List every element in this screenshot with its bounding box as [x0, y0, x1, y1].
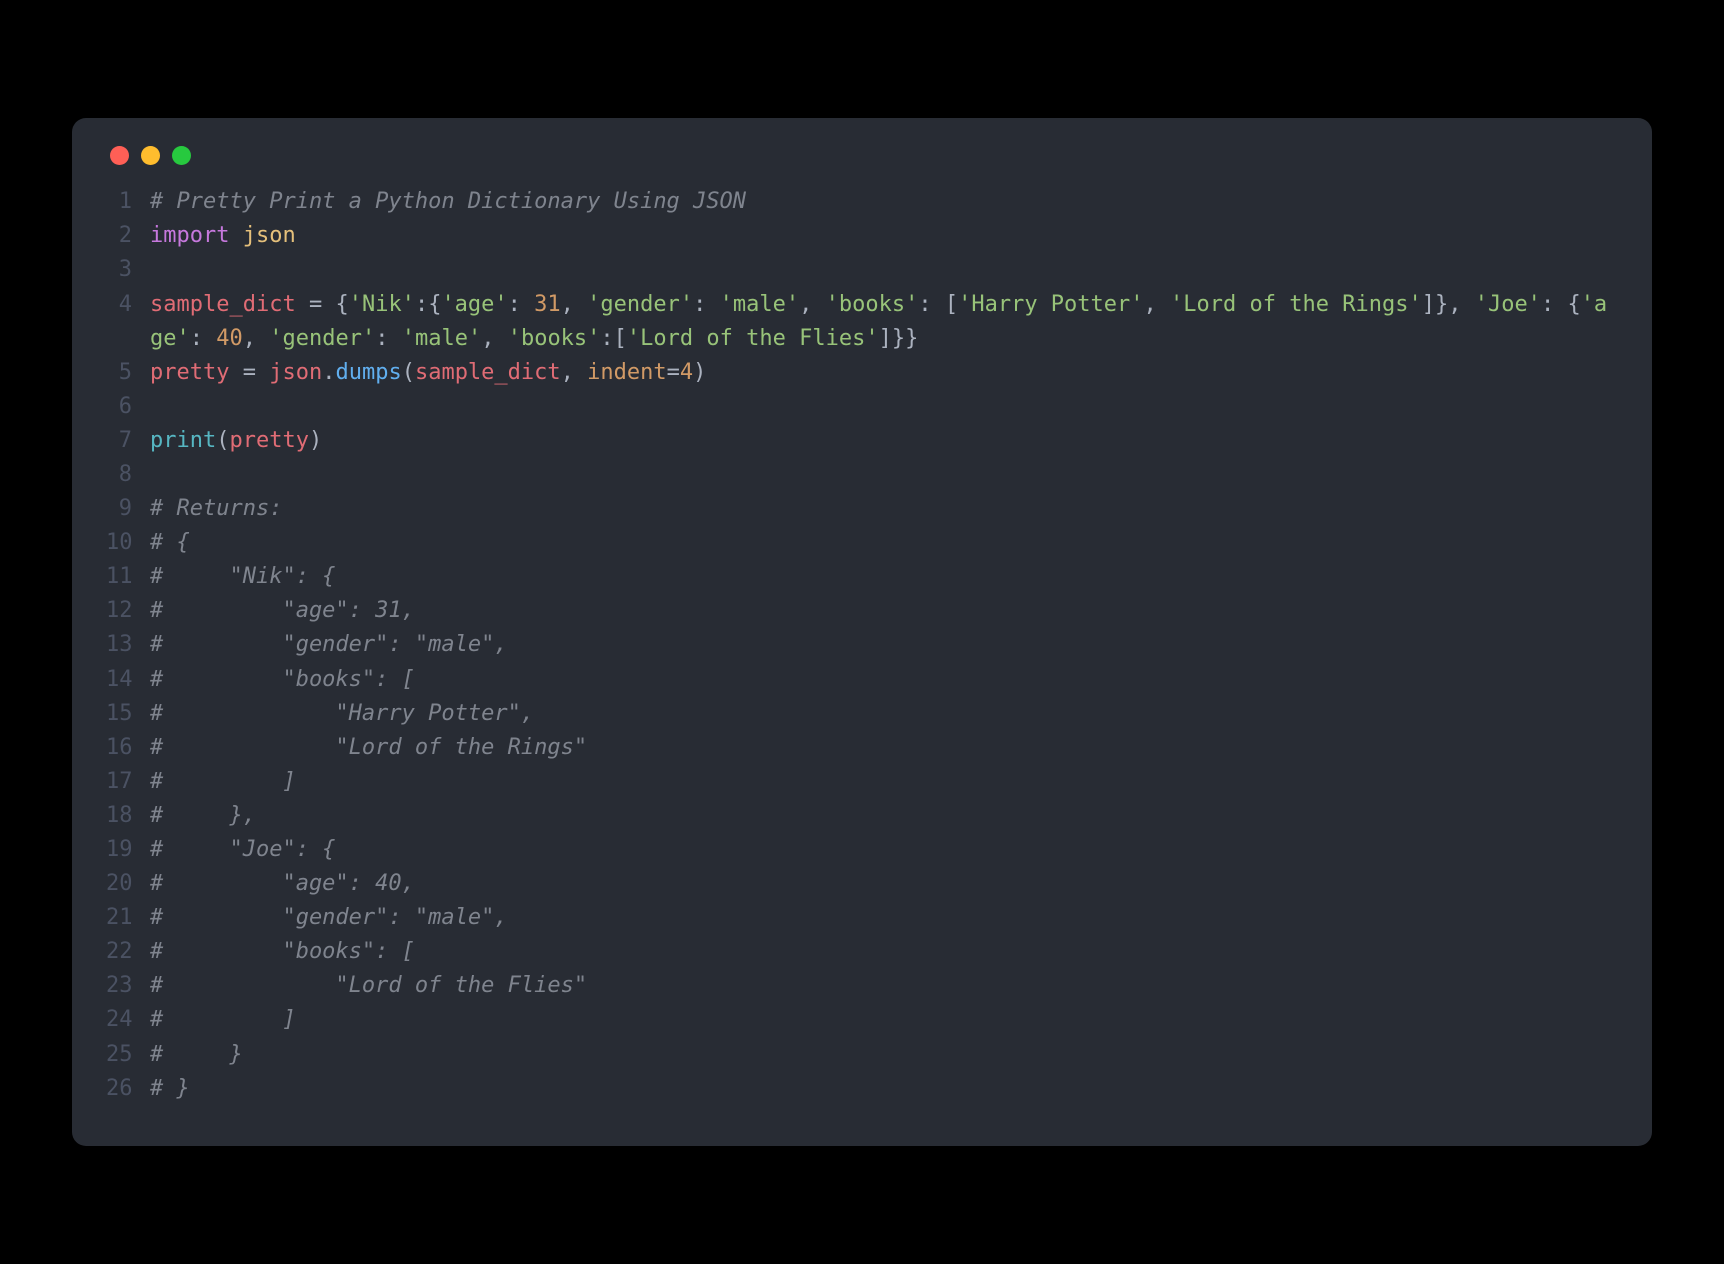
line-number: 16 [106, 731, 150, 765]
code-line: 15# "Harry Potter", [106, 697, 1618, 731]
code-line: 4sample_dict = {'Nik':{'age': 31, 'gende… [106, 288, 1618, 356]
line-number: 19 [106, 833, 150, 867]
code-content: # "books": [ [150, 935, 1618, 969]
close-icon[interactable] [110, 146, 129, 165]
code-line: 1# Pretty Print a Python Dictionary Usin… [106, 185, 1618, 219]
line-number: 5 [106, 356, 150, 390]
code-line: 7print(pretty) [106, 424, 1618, 458]
code-line: 25# } [106, 1038, 1618, 1072]
code-line: 23# "Lord of the Flies" [106, 969, 1618, 1003]
window-titlebar [106, 146, 1618, 165]
line-number: 13 [106, 628, 150, 662]
line-number: 2 [106, 219, 150, 253]
line-number: 15 [106, 697, 150, 731]
code-content: print(pretty) [150, 424, 1618, 458]
code-line: 8 [106, 458, 1618, 492]
code-line: 2import json [106, 219, 1618, 253]
line-number: 4 [106, 288, 150, 322]
code-content: # "Harry Potter", [150, 697, 1618, 731]
code-content: # "gender": "male", [150, 901, 1618, 935]
maximize-icon[interactable] [172, 146, 191, 165]
code-content: pretty = json.dumps(sample_dict, indent=… [150, 356, 1618, 390]
code-content: # "age": 31, [150, 594, 1618, 628]
code-line: 14# "books": [ [106, 663, 1618, 697]
line-number: 9 [106, 492, 150, 526]
code-line: 19# "Joe": { [106, 833, 1618, 867]
code-content: # "books": [ [150, 663, 1618, 697]
code-line: 22# "books": [ [106, 935, 1618, 969]
code-line: 20# "age": 40, [106, 867, 1618, 901]
line-number: 3 [106, 253, 150, 287]
code-line: 16# "Lord of the Rings" [106, 731, 1618, 765]
line-number: 25 [106, 1038, 150, 1072]
line-number: 20 [106, 867, 150, 901]
code-content: # } [150, 1038, 1618, 1072]
code-window: 1# Pretty Print a Python Dictionary Usin… [72, 118, 1652, 1146]
line-number: 24 [106, 1003, 150, 1037]
line-number: 14 [106, 663, 150, 697]
line-number: 10 [106, 526, 150, 560]
code-content: sample_dict = {'Nik':{'age': 31, 'gender… [150, 288, 1618, 356]
line-number: 1 [106, 185, 150, 219]
code-content: import json [150, 219, 1618, 253]
code-content: # "age": 40, [150, 867, 1618, 901]
line-number: 23 [106, 969, 150, 1003]
code-line: 18# }, [106, 799, 1618, 833]
minimize-icon[interactable] [141, 146, 160, 165]
code-content: # "gender": "male", [150, 628, 1618, 662]
code-content: # { [150, 526, 1618, 560]
code-content: # Returns: [150, 492, 1618, 526]
line-number: 26 [106, 1072, 150, 1106]
code-content: # "Lord of the Rings" [150, 731, 1618, 765]
code-content: # ] [150, 1003, 1618, 1037]
line-number: 17 [106, 765, 150, 799]
code-content: # "Lord of the Flies" [150, 969, 1618, 1003]
code-editor[interactable]: 1# Pretty Print a Python Dictionary Usin… [106, 185, 1618, 1106]
code-line: 13# "gender": "male", [106, 628, 1618, 662]
code-content: # }, [150, 799, 1618, 833]
code-line: 3 [106, 253, 1618, 287]
line-number: 6 [106, 390, 150, 424]
code-line: 21# "gender": "male", [106, 901, 1618, 935]
code-line: 17# ] [106, 765, 1618, 799]
code-line: 9# Returns: [106, 492, 1618, 526]
code-content: # Pretty Print a Python Dictionary Using… [150, 185, 1618, 219]
code-line: 5pretty = json.dumps(sample_dict, indent… [106, 356, 1618, 390]
code-line: 6 [106, 390, 1618, 424]
code-content: # } [150, 1072, 1618, 1106]
code-content: # "Nik": { [150, 560, 1618, 594]
code-line: 11# "Nik": { [106, 560, 1618, 594]
code-content [150, 458, 1618, 492]
line-number: 18 [106, 799, 150, 833]
line-number: 7 [106, 424, 150, 458]
code-line: 10# { [106, 526, 1618, 560]
line-number: 21 [106, 901, 150, 935]
code-line: 24# ] [106, 1003, 1618, 1037]
line-number: 22 [106, 935, 150, 969]
code-line: 12# "age": 31, [106, 594, 1618, 628]
line-number: 8 [106, 458, 150, 492]
line-number: 12 [106, 594, 150, 628]
code-content [150, 390, 1618, 424]
code-content: # "Joe": { [150, 833, 1618, 867]
line-number: 11 [106, 560, 150, 594]
code-line: 26# } [106, 1072, 1618, 1106]
code-content: # ] [150, 765, 1618, 799]
code-content [150, 253, 1618, 287]
